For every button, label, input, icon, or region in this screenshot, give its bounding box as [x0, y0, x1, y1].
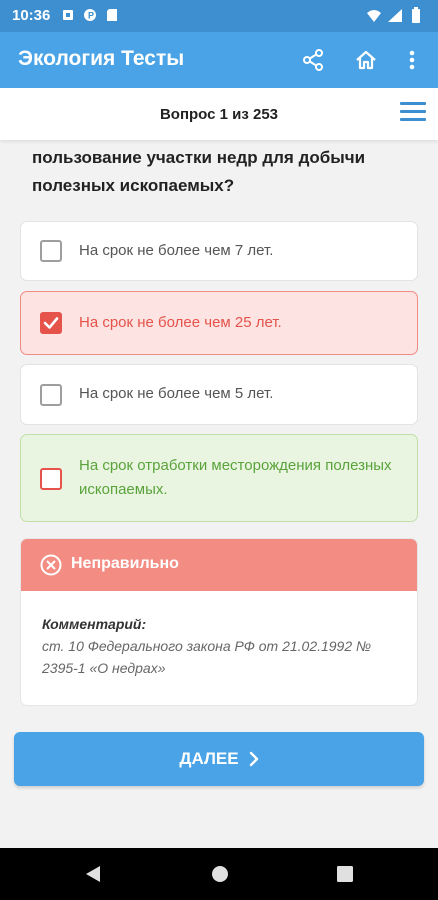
bottom-area: ДАЛЕЕ	[0, 722, 438, 848]
answer-option-2[interactable]: На срок не более чем 25 лет.	[20, 291, 418, 355]
status-time: 10:36	[12, 7, 51, 24]
recents-nav-icon[interactable]	[336, 864, 354, 884]
checkbox-icon[interactable]	[40, 468, 62, 490]
close-circle-icon	[40, 554, 62, 576]
more-vert-icon	[409, 50, 415, 70]
checkbox-checked-icon[interactable]	[40, 312, 62, 334]
share-button[interactable]	[299, 46, 327, 74]
p-badge-icon: P	[84, 9, 96, 21]
home-button[interactable]	[352, 46, 380, 74]
app-title: Экология Тесты	[18, 47, 185, 70]
hamburger-icon	[400, 102, 426, 105]
answer-option-label: На срок не более чем 5 лет.	[79, 385, 274, 402]
next-button[interactable]: ДАЛЕЕ	[14, 732, 424, 786]
question-content[interactable]: пользование участки недр для добычи поле…	[0, 140, 438, 722]
result-card: Неправильно Комментарий: ст. 10 Федераль…	[20, 538, 418, 706]
answer-option-label: На срок не более чем 25 лет.	[79, 314, 282, 331]
chevron-right-icon	[249, 751, 258, 767]
answer-option-4[interactable]: На срок отработки месторождения полезных…	[20, 434, 418, 522]
next-button-label: ДАЛЕЕ	[179, 749, 239, 768]
result-label: Неправильно	[71, 555, 179, 572]
question-counter: Вопрос 1 из 253	[159, 106, 279, 123]
home-icon	[356, 50, 376, 70]
questions-menu-button[interactable]	[400, 102, 426, 124]
system-nav-bar	[0, 848, 438, 900]
checkbox-icon[interactable]	[40, 240, 62, 262]
checkbox-icon[interactable]	[40, 384, 62, 406]
status-right-icons	[366, 7, 426, 30]
back-nav-icon[interactable]	[84, 864, 102, 884]
comment-text: ст. 10 Федерального закона РФ от 21.02.1…	[42, 638, 372, 676]
share-icon	[303, 49, 323, 71]
question-header: Вопрос 1 из 253	[0, 88, 438, 140]
answer-option-1[interactable]: На срок не более чем 7 лет.	[20, 221, 418, 281]
sd-card-icon	[107, 9, 117, 21]
svg-text:P: P	[88, 11, 94, 21]
question-text: пользование участки недр для добычи поле…	[32, 148, 366, 195]
notification-icon	[63, 10, 73, 20]
more-options-button[interactable]	[398, 46, 426, 74]
result-header: Неправильно	[21, 539, 417, 591]
answer-option-3[interactable]: На срок не более чем 5 лет.	[20, 364, 418, 425]
answer-option-label: На срок не более чем 7 лет.	[79, 242, 274, 259]
home-nav-icon[interactable]	[210, 864, 230, 884]
wifi-signal-battery-icon	[367, 7, 420, 23]
comment-title: Комментарий:	[42, 616, 147, 632]
status-bar: 10:36 P	[0, 0, 438, 32]
comment-block: Комментарий: ст. 10 Федерального закона …	[42, 613, 403, 679]
answer-option-label: На срок отработки месторождения полезных…	[79, 457, 392, 498]
app-bar: Экология Тесты	[0, 32, 438, 88]
